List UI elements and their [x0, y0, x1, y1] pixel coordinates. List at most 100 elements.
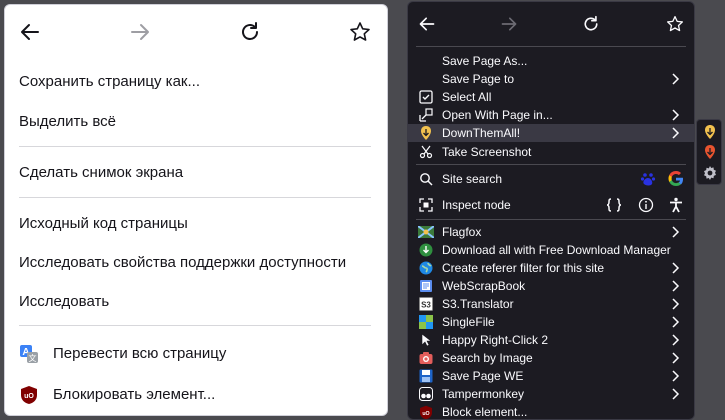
info-icon[interactable]	[638, 197, 654, 213]
menu-item-block-element[interactable]: uO Block element...	[408, 403, 694, 419]
chevron-right-icon	[670, 315, 682, 329]
menu-item-select-all[interactable]: Select All	[408, 88, 694, 106]
navigation-row	[5, 5, 387, 57]
menu-item-block-element[interactable]: uO Блокировать элемент...	[19, 382, 215, 408]
reload-button[interactable]	[578, 11, 604, 37]
reload-icon	[584, 15, 598, 31]
chevron-right-icon	[670, 369, 682, 383]
downthemall-turbo-icon[interactable]	[701, 143, 719, 161]
open-with-icon	[418, 107, 434, 123]
menu-item-inspect-accessibility[interactable]: Исследовать свойства поддержки доступнос…	[19, 250, 346, 276]
menu-item-label: Site search	[442, 172, 503, 186]
singlefile-icon	[418, 314, 434, 330]
braces-icon[interactable]	[606, 197, 622, 213]
back-button[interactable]	[15, 17, 45, 47]
menu-item-webscrapbook[interactable]: WebScrapBook	[408, 277, 694, 295]
menu-item-label: DownThemAll!	[442, 126, 521, 140]
divider	[416, 46, 686, 47]
menu-item-label: Happy Right-Click 2	[442, 333, 549, 347]
back-arrow-icon	[21, 24, 39, 40]
forward-arrow-icon	[131, 24, 149, 40]
chevron-right-icon	[670, 351, 682, 365]
menu-item-label: Search by Image	[442, 351, 533, 365]
menu-item-inspect-node[interactable]: Inspect node	[408, 194, 694, 216]
star-icon	[350, 22, 370, 41]
bookmark-button[interactable]	[662, 11, 688, 37]
context-menu-light: Сохранить страницу как... Выделить всё С…	[4, 4, 388, 416]
bookmark-button[interactable]	[345, 17, 375, 47]
menu-item-downthemall[interactable]: DownThemAll!	[408, 124, 694, 142]
back-button[interactable]	[414, 11, 440, 37]
menu-item-label: Download all with Free Download Manager	[442, 243, 671, 257]
chevron-right-icon	[670, 108, 682, 122]
ublock-origin-icon: uO	[418, 404, 434, 419]
svg-text:文: 文	[29, 353, 37, 363]
downthemall-icon[interactable]	[701, 123, 719, 141]
chevron-right-icon	[670, 297, 682, 311]
inspect-icon	[418, 197, 434, 213]
navigation-row	[408, 2, 694, 46]
menu-item-select-all[interactable]: Выделить всё	[19, 109, 116, 135]
menu-item-view-source[interactable]: Исходный код страницы	[19, 211, 188, 237]
happy-right-click-icon	[418, 332, 434, 348]
forward-button[interactable]	[125, 17, 155, 47]
camera-icon	[418, 350, 434, 366]
menu-item-label: Take Screenshot	[442, 145, 532, 159]
divider	[19, 146, 371, 147]
gear-icon[interactable]	[701, 164, 719, 182]
divider	[19, 325, 371, 326]
menu-item-s3-translator[interactable]: S3 S3.Translator	[408, 295, 694, 313]
tampermonkey-icon	[418, 386, 434, 402]
fdm-icon	[418, 242, 434, 258]
menu-item-save-page-to[interactable]: Save Page to	[408, 70, 694, 88]
menu-item-label: Create referer filter for this site	[442, 261, 605, 275]
menu-item-take-screenshot[interactable]: Take Screenshot	[408, 143, 694, 161]
svg-text:S3: S3	[421, 301, 431, 310]
menu-item-open-with-page[interactable]: Open With Page in...	[408, 106, 694, 124]
menu-item-label: Save Page to	[442, 72, 515, 86]
menu-item-label: Save Page As...	[442, 54, 528, 68]
menu-item-tampermonkey[interactable]: Tampermonkey	[408, 385, 694, 403]
star-icon	[666, 15, 684, 32]
forward-arrow-icon	[501, 17, 517, 31]
reload-button[interactable]	[235, 17, 265, 47]
menu-item-free-download-manager[interactable]: Download all with Free Download Manager	[408, 241, 694, 259]
menu-item-referer-filter[interactable]: Create referer filter for this site	[408, 259, 694, 277]
back-arrow-icon	[419, 17, 435, 31]
menu-item-label: S3.Translator	[442, 297, 514, 311]
downthemall-icon	[418, 125, 434, 141]
save-page-we-icon	[418, 368, 434, 384]
reload-icon	[242, 22, 258, 40]
accessibility-icon[interactable]	[668, 197, 684, 213]
menu-item-label: WebScrapBook	[442, 279, 526, 293]
context-menu-dark: Save Page As... Save Page to Select All …	[407, 1, 695, 420]
menu-item-label: Inspect node	[442, 198, 511, 212]
chevron-right-icon	[670, 387, 682, 401]
menu-item-site-search[interactable]: Site search	[408, 168, 694, 190]
forward-button[interactable]	[496, 11, 522, 37]
menu-item-happy-right-click[interactable]: Happy Right-Click 2	[408, 331, 694, 349]
menu-item-label: Flagfox	[442, 225, 482, 239]
chevron-right-icon	[670, 225, 682, 239]
menu-item-translate-page[interactable]: A文 Перевести всю страницу	[19, 341, 226, 367]
menu-item-singlefile[interactable]: SingleFile	[408, 313, 694, 331]
menu-item-save-page-as[interactable]: Сохранить страницу как...	[19, 69, 200, 95]
menu-item-save-page-as[interactable]: Save Page As...	[408, 52, 694, 70]
svg-text:uO: uO	[24, 393, 34, 400]
search-icon	[418, 171, 434, 187]
menu-item-search-by-image[interactable]: Search by Image	[408, 349, 694, 367]
menu-item-label: Save Page WE	[442, 369, 524, 383]
globe-icon	[418, 260, 434, 276]
menu-item-label: Select All	[442, 90, 492, 104]
google-icon[interactable]	[668, 171, 684, 187]
flagfox-icon	[418, 224, 434, 240]
menu-item-flagfox[interactable]: Flagfox	[408, 223, 694, 241]
baidu-paw-icon[interactable]	[640, 171, 656, 187]
menu-item-inspect[interactable]: Исследовать	[19, 289, 109, 315]
menu-item-save-page-we[interactable]: Save Page WE	[408, 367, 694, 385]
chevron-right-icon	[670, 333, 682, 347]
menu-item-take-screenshot[interactable]: Сделать снимок экрана	[19, 160, 183, 186]
chevron-right-icon	[670, 126, 682, 140]
svg-text:uO: uO	[422, 410, 429, 416]
chevron-right-icon	[670, 261, 682, 275]
